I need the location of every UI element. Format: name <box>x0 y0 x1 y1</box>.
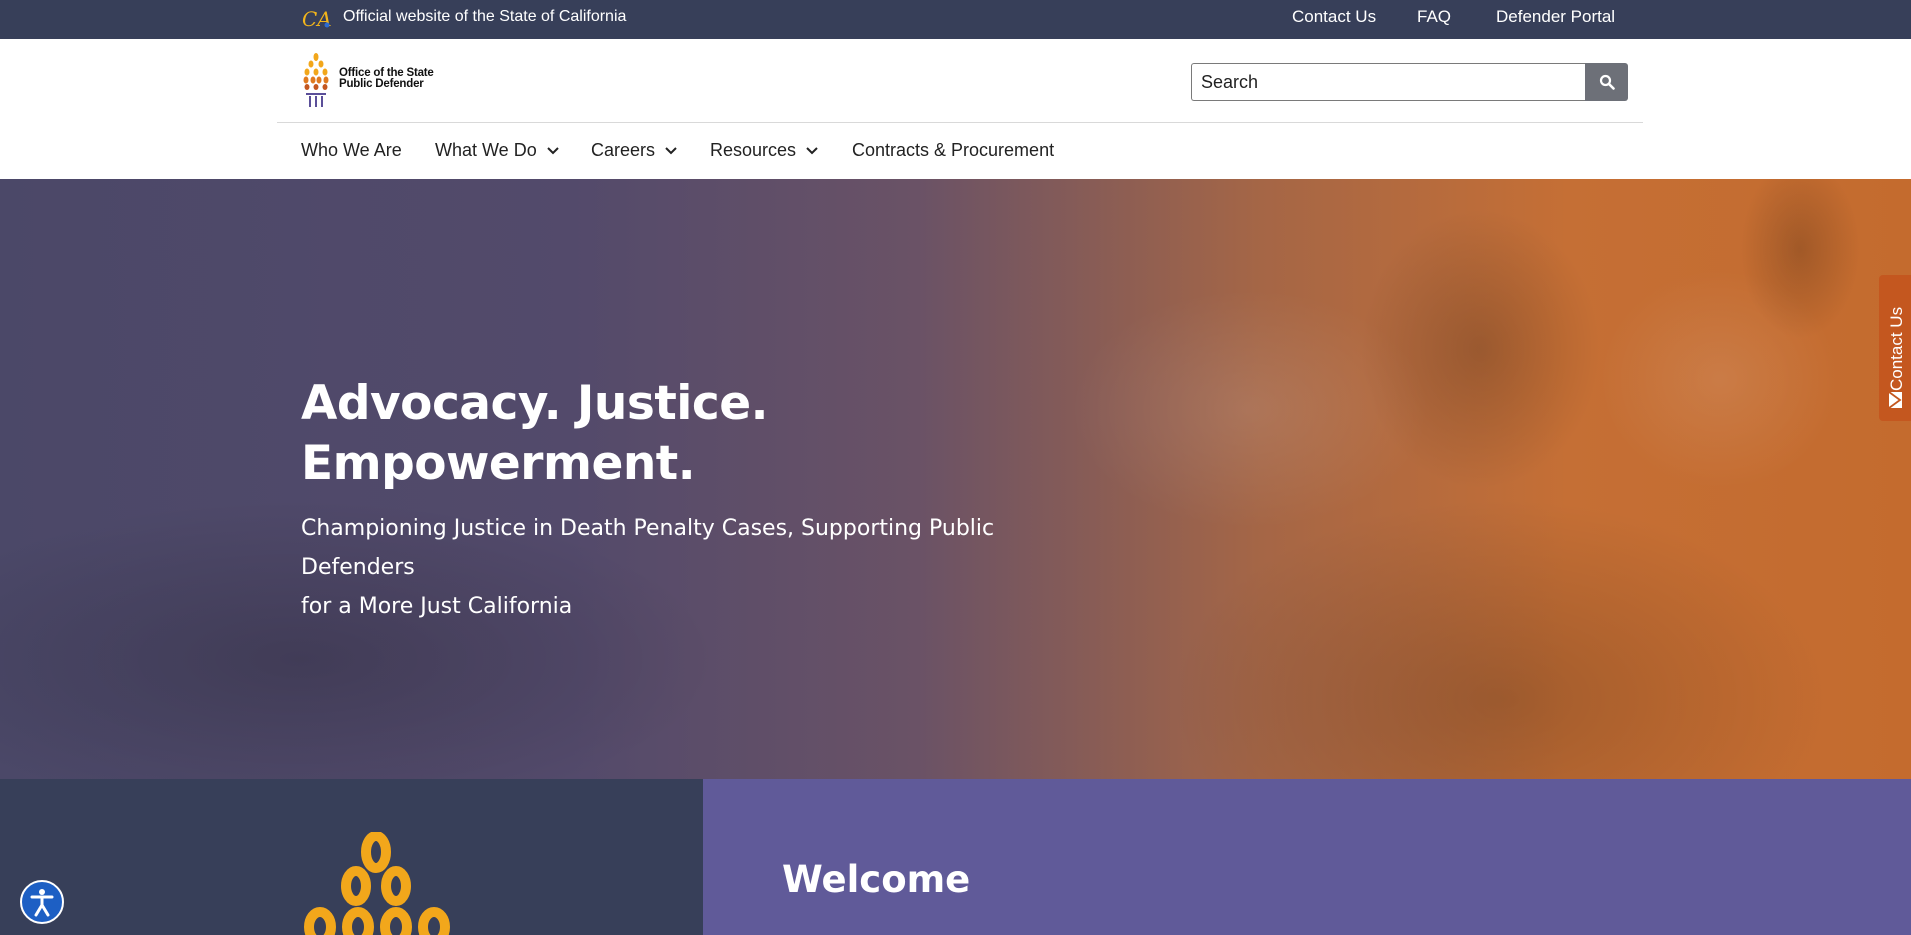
contact-us-side-tab[interactable]: Contact Us <box>1879 275 1911 421</box>
header-divider <box>277 122 1643 123</box>
hero-banner: Advocacy. Justice. Empowerment. Champion… <box>0 179 1911 779</box>
chevron-down-icon <box>806 146 818 154</box>
wheat-logo-icon <box>304 832 450 935</box>
hero-subtitle-line-2: for a More Just California <box>301 594 573 619</box>
search-icon <box>1599 74 1615 90</box>
nav-what-we-do[interactable]: What We Do <box>435 140 560 161</box>
contact-tab-label: Contact Us <box>1887 306 1906 391</box>
osp-wheat-logo-icon[interactable] <box>301 52 331 108</box>
nav-careers[interactable]: Careers <box>591 140 678 161</box>
nav-contracts-procurement[interactable]: Contracts & Procurement <box>852 140 1054 161</box>
hero-title-line-1: Advocacy. Justice. <box>301 376 769 431</box>
nav-label: Resources <box>710 140 797 160</box>
utility-link-contact-us[interactable]: Contact Us <box>1292 7 1376 27</box>
utility-bar: CA Official website of the State of Cali… <box>0 0 1911 39</box>
welcome-heading: Welcome <box>782 858 971 901</box>
ca-gov-logo-icon[interactable]: CA <box>301 6 334 32</box>
hero-title-line-2: Empowerment. <box>301 436 696 491</box>
hero-subtitle: Championing Justice in Death Penalty Cas… <box>301 509 1101 626</box>
nav-label: Who We Are <box>301 140 402 160</box>
chevron-down-icon <box>665 146 677 154</box>
official-website-notice: Official website of the State of Califor… <box>343 8 627 25</box>
search-button[interactable] <box>1585 63 1628 101</box>
utility-link-defender-portal[interactable]: Defender Portal <box>1496 7 1615 27</box>
nav-label: Careers <box>591 140 656 160</box>
nav-label: Contracts & Procurement <box>852 140 1055 160</box>
search-form <box>1191 63 1628 101</box>
nav-resources[interactable]: Resources <box>710 140 819 161</box>
search-input[interactable] <box>1191 63 1586 101</box>
nav-label: What We Do <box>435 140 537 160</box>
hero-title: Advocacy. Justice. Empowerment. <box>301 374 769 494</box>
envelope-icon <box>1888 391 1902 409</box>
nav-who-we-are[interactable]: Who We Are <box>301 140 402 161</box>
accessibility-button[interactable] <box>20 880 64 924</box>
accessibility-icon <box>30 889 54 917</box>
brand-line-2: Public Defender <box>339 78 424 90</box>
brand-name[interactable]: Office of the State Public Defender <box>339 67 434 90</box>
hero-subtitle-line-1: Championing Justice in Death Penalty Cas… <box>301 516 995 580</box>
chevron-down-icon <box>546 146 559 154</box>
welcome-panel <box>703 779 1911 935</box>
utility-link-faq[interactable]: FAQ <box>1417 7 1451 27</box>
hero-background-image <box>0 179 1860 779</box>
